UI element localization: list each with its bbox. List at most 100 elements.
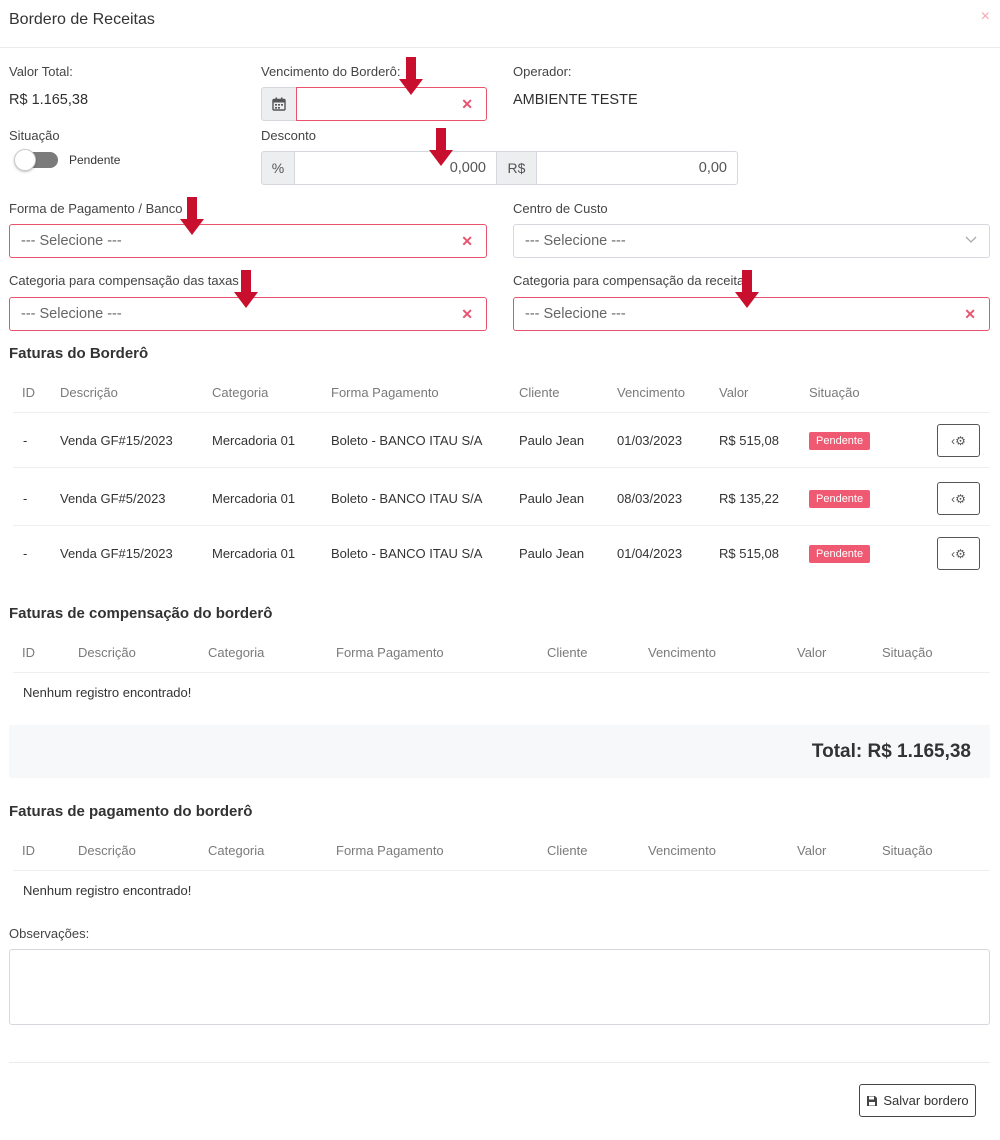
col-forma: Forma Pagamento (336, 843, 444, 858)
red-down-arrow-annotation (429, 128, 453, 166)
row-actions-button[interactable]: ‹⚙ (937, 424, 980, 457)
desconto-percent-input[interactable]: 0,000 (294, 151, 497, 185)
status-badge: Pendente (809, 545, 871, 563)
row-divider (13, 672, 990, 673)
categoria-taxas-placeholder: --- Selecione --- (21, 306, 122, 322)
footer-divider (9, 1062, 990, 1063)
cell-forma: Boleto - BANCO ITAU S/A (331, 546, 483, 561)
col-descricao: Descrição (60, 385, 118, 400)
operador-label: Operador: (513, 64, 572, 79)
valor-total-label: Valor Total: (9, 64, 73, 79)
cell-descricao: Venda GF#5/2023 (60, 491, 166, 506)
vencimento-label: Vencimento do Borderô: (261, 64, 401, 79)
save-label: Salvar bordero (883, 1093, 969, 1108)
clear-icon[interactable]: ✕ (461, 96, 473, 113)
clear-icon[interactable]: ✕ (964, 306, 976, 323)
desconto-label: Desconto (261, 128, 316, 143)
gear-icon: ‹⚙ (951, 433, 966, 448)
desconto-rs-addon: R$ (496, 151, 537, 185)
modal-title: Bordero de Receitas (9, 11, 155, 28)
cell-cliente: Paulo Jean (519, 546, 585, 561)
red-down-arrow-annotation (399, 57, 423, 95)
desconto-rs-input[interactable]: 0,00 (536, 151, 738, 185)
row-actions-button[interactable]: ‹⚙ (937, 537, 980, 570)
col-situacao: Situação (882, 843, 933, 858)
cell-descricao: Venda GF#15/2023 (60, 546, 173, 561)
cell-vencimento: 01/04/2023 (617, 546, 683, 561)
cell-cliente: Paulo Jean (519, 491, 585, 506)
col-id: ID (22, 645, 35, 660)
toggle-knob (14, 149, 36, 171)
pagamento-title: Faturas de pagamento do borderô (9, 803, 253, 820)
forma-pagamento-placeholder: --- Selecione --- (21, 233, 122, 249)
col-vencimento: Vencimento (648, 843, 716, 858)
centro-custo-placeholder: --- Selecione --- (525, 233, 626, 249)
col-cliente: Cliente (547, 843, 588, 858)
close-icon[interactable]: × (981, 8, 990, 26)
vencimento-input[interactable]: ✕ (296, 87, 487, 121)
valor-total-value: R$ 1.165,38 (9, 92, 89, 108)
cell-valor: R$ 515,08 (719, 433, 779, 448)
red-down-arrow-annotation (735, 270, 759, 308)
cell-valor: R$ 135,22 (719, 491, 779, 506)
col-forma: Forma Pagamento (336, 645, 444, 660)
row-divider (13, 412, 990, 413)
col-vencimento: Vencimento (617, 385, 685, 400)
floppy-disk-icon (867, 1095, 878, 1106)
cell-vencimento: 01/03/2023 (617, 433, 683, 448)
modal-header: Bordero de Receitas × (0, 0, 1000, 48)
observacoes-label: Observações: (9, 926, 90, 941)
col-cliente: Cliente (547, 645, 588, 660)
calendar-icon[interactable] (261, 87, 297, 121)
col-valor: Valor (797, 645, 827, 660)
col-categoria: Categoria (212, 385, 269, 400)
gear-icon: ‹⚙ (951, 546, 966, 561)
save-button[interactable]: Salvar bordero (859, 1084, 976, 1117)
col-valor: Valor (797, 843, 827, 858)
cell-vencimento: 08/03/2023 (617, 491, 683, 506)
cell-forma: Boleto - BANCO ITAU S/A (331, 433, 483, 448)
empty-message: Nenhum registro encontrado! (23, 883, 192, 898)
total-bar: Total: R$ 1.165,38 (9, 725, 990, 778)
situacao-toggle[interactable] (14, 149, 58, 171)
col-cliente: Cliente (519, 385, 560, 400)
cell-id: - (23, 546, 28, 561)
col-situacao: Situação (809, 385, 860, 400)
col-vencimento: Vencimento (648, 645, 716, 660)
desconto-percent-addon: % (261, 151, 295, 185)
centro-custo-label: Centro de Custo (513, 201, 608, 216)
clear-icon[interactable]: ✕ (461, 306, 473, 323)
categoria-receita-placeholder: --- Selecione --- (525, 306, 626, 322)
empty-message: Nenhum registro encontrado! (23, 685, 192, 700)
cell-categoria: Mercadoria 01 (212, 433, 296, 448)
situacao-value: Pendente (69, 153, 121, 167)
faturas-title: Faturas do Borderô (9, 345, 149, 362)
forma-pagamento-select[interactable]: --- Selecione --- ✕ (9, 224, 487, 258)
gear-icon: ‹⚙ (951, 491, 966, 506)
cell-categoria: Mercadoria 01 (212, 491, 296, 506)
col-categoria: Categoria (208, 843, 265, 858)
cell-id: - (23, 491, 28, 506)
row-divider (13, 870, 990, 871)
col-id: ID (22, 385, 35, 400)
col-id: ID (22, 843, 35, 858)
chevron-down-icon (965, 233, 977, 247)
red-down-arrow-annotation (234, 270, 258, 308)
total-value: Total: R$ 1.165,38 (811, 741, 971, 762)
cell-forma: Boleto - BANCO ITAU S/A (331, 491, 483, 506)
row-actions-button[interactable]: ‹⚙ (937, 482, 980, 515)
col-categoria: Categoria (208, 645, 265, 660)
operador-value: AMBIENTE TESTE (513, 92, 638, 108)
observacoes-textarea[interactable] (9, 949, 990, 1025)
cell-categoria: Mercadoria 01 (212, 546, 296, 561)
centro-custo-select[interactable]: --- Selecione --- (513, 224, 990, 258)
row-divider (13, 467, 990, 468)
col-situacao: Situação (882, 645, 933, 660)
clear-icon[interactable]: ✕ (461, 233, 473, 250)
situacao-label: Situação (9, 128, 60, 143)
red-down-arrow-annotation (180, 197, 204, 235)
col-descricao: Descrição (78, 645, 136, 660)
cell-descricao: Venda GF#15/2023 (60, 433, 173, 448)
col-descricao: Descrição (78, 843, 136, 858)
status-badge: Pendente (809, 490, 871, 508)
